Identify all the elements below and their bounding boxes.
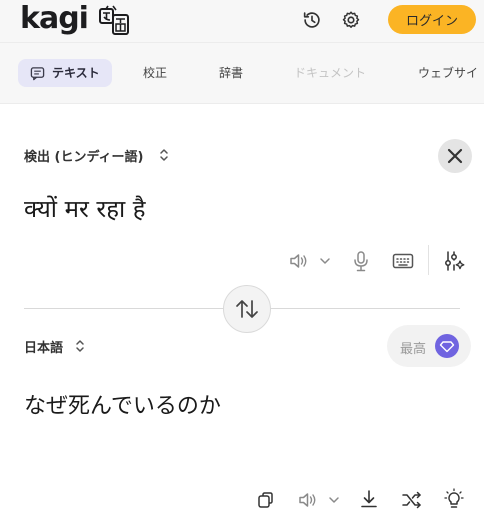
keyboard-icon[interactable]	[392, 252, 414, 270]
quality-label: 最高	[400, 342, 427, 357]
translate-logo-icon	[99, 5, 129, 35]
speaker-icon[interactable]	[298, 491, 318, 509]
gear-icon[interactable]	[340, 9, 362, 31]
login-button[interactable]: ログイン	[388, 5, 476, 34]
tab-proofread[interactable]: 校正	[143, 59, 167, 87]
target-language-selector[interactable]: 日本語	[24, 337, 63, 356]
toolbar-divider	[428, 245, 429, 275]
quality-badge	[435, 334, 459, 358]
swap-languages-button[interactable]	[223, 285, 271, 333]
speaker-icon[interactable]	[289, 252, 309, 270]
diamond-icon	[439, 341, 455, 353]
tab-label: テキスト	[52, 66, 100, 80]
tab-text[interactable]: テキスト	[18, 59, 112, 87]
chevron-up-down-icon[interactable]	[158, 147, 170, 163]
sliders-sparkle-icon[interactable]	[443, 250, 465, 272]
source-language-selector[interactable]: 検出 (ヒンディー語)	[24, 146, 144, 165]
download-icon[interactable]	[359, 489, 379, 509]
history-icon[interactable]	[301, 9, 323, 31]
close-icon	[447, 148, 463, 164]
clear-button[interactable]	[438, 139, 472, 173]
swap-arrows-icon	[236, 300, 258, 318]
microphone-icon[interactable]	[352, 250, 370, 272]
tab-website[interactable]: ウェブサイ	[418, 59, 478, 87]
source-text[interactable]: क्यों मर रहा है	[24, 192, 146, 225]
mode-tabs: テキスト 校正 辞書 ドキュメント ウェブサイ	[0, 43, 484, 104]
shuffle-icon[interactable]	[401, 490, 423, 510]
chevron-down-icon[interactable]	[319, 256, 331, 266]
copy-icon[interactable]	[256, 490, 276, 510]
message-icon	[30, 67, 45, 81]
chevron-down-icon[interactable]	[328, 495, 340, 505]
chevron-up-down-icon[interactable]	[74, 338, 86, 354]
tab-dictionary[interactable]: 辞書	[219, 59, 243, 87]
tab-document[interactable]: ドキュメント	[294, 59, 366, 87]
kagi-logo[interactable]: kagi	[20, 0, 89, 40]
lightbulb-icon[interactable]	[444, 488, 464, 510]
translated-text: なぜ死んでいるのか	[24, 394, 221, 419]
